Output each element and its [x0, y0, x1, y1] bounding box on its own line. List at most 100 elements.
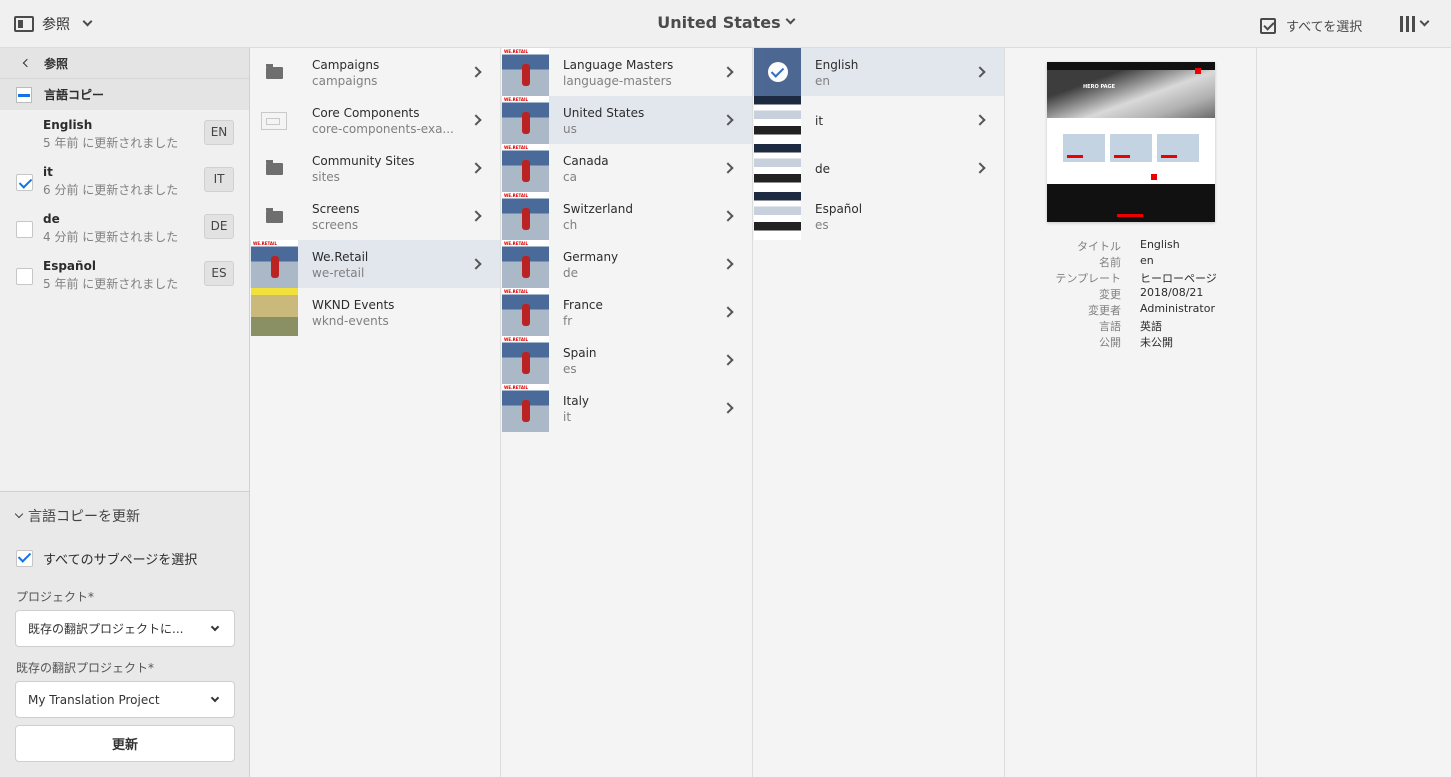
rail-label: 参照 — [42, 17, 70, 33]
chevron-right-icon[interactable] — [722, 162, 734, 174]
chevron-right-icon[interactable] — [974, 162, 986, 174]
meta-row-published: 公開 未公開 — [1005, 334, 1255, 350]
item-title: Germany — [563, 250, 619, 264]
column-item-we-retail[interactable]: We.Retail we-retail — [250, 240, 500, 288]
item-title: United States — [563, 106, 645, 120]
column-item-screens[interactable]: Screens screens — [250, 192, 500, 240]
update-heading: 言語コピーを更新 — [28, 509, 140, 525]
chevron-right-icon[interactable] — [470, 210, 482, 222]
chevron-right-icon[interactable] — [470, 162, 482, 174]
language-copies-header[interactable]: 言語コピー — [0, 78, 249, 110]
updated-text: 5 年前 に更新されました — [43, 277, 179, 291]
language-name: it — [43, 165, 53, 179]
update-button[interactable]: 更新 — [15, 725, 235, 762]
language-code-badge: EN — [204, 120, 234, 145]
column-item-wknd-events[interactable]: WKND Events wknd-events — [250, 288, 500, 336]
chevron-right-icon[interactable] — [722, 66, 734, 78]
meta-key: 公開 — [1099, 336, 1121, 349]
chevron-down-icon — [82, 16, 93, 26]
chevron-right-icon[interactable] — [722, 402, 734, 414]
column-item-switzerland[interactable]: Switzerland ch — [501, 192, 752, 240]
chevron-right-icon[interactable] — [470, 114, 482, 126]
preview-card — [1110, 134, 1152, 162]
select-all-subpages[interactable]: すべてのサブページを選択 — [16, 549, 197, 568]
language-item-es[interactable]: Español 5 年前 に更新されました ES — [0, 251, 249, 298]
updated-text: 6 分前 に更新されました — [43, 183, 179, 197]
project-select[interactable]: 既存の翻訳プロジェクトに... — [15, 610, 235, 647]
chevron-right-icon[interactable] — [722, 354, 734, 366]
checkbox[interactable] — [16, 268, 33, 285]
meta-row-title: タイトル English — [1005, 238, 1255, 254]
item-title: Italy — [563, 394, 590, 408]
column-item-france[interactable]: France fr — [501, 288, 752, 336]
chevron-right-icon[interactable] — [974, 66, 986, 78]
selected-check-icon[interactable] — [768, 62, 788, 82]
item-title: Switzerland — [563, 202, 633, 216]
language-name: de — [43, 212, 60, 226]
page-thumbnail — [502, 144, 549, 192]
preview-logo — [1195, 68, 1201, 74]
page-thumbnail — [754, 96, 801, 144]
column-item-community-sites[interactable]: Community Sites sites — [250, 144, 500, 192]
column-item-italy[interactable]: Italy it — [501, 384, 752, 432]
column-item-de[interactable]: de — [753, 144, 1004, 192]
view-switcher-button[interactable] — [1400, 16, 1430, 32]
column-item-united-states[interactable]: United States us — [501, 96, 752, 144]
page-preview-image — [1047, 62, 1215, 222]
column-item-campaigns[interactable]: Campaigns campaigns — [250, 48, 500, 96]
back-button[interactable]: 参照 — [0, 48, 249, 78]
page-title-dropdown[interactable]: United States — [657, 13, 796, 32]
update-language-copies-panel: 言語コピーを更新 すべてのサブページを選択 プロジェクト* 既存の翻訳プロジェク… — [0, 491, 249, 777]
subpages-checkbox[interactable] — [16, 550, 33, 567]
meta-value: en — [1140, 254, 1154, 267]
language-item-en[interactable]: English 5 年前 に更新されました EN — [0, 110, 249, 157]
checkbox[interactable] — [16, 221, 33, 238]
item-name: us — [563, 122, 577, 136]
column-item-english[interactable]: English en — [753, 48, 1004, 96]
language-item-de[interactable]: de 4 分前 に更新されました DE — [0, 204, 249, 251]
meta-value: 未公開 — [1140, 336, 1173, 349]
folder-icon — [266, 160, 283, 175]
chevron-right-icon[interactable] — [722, 210, 734, 222]
page-thumbnail — [502, 48, 549, 96]
page-title: United States — [657, 13, 781, 32]
item-title: Campaigns — [312, 58, 380, 72]
column-item-language-masters[interactable]: Language Masters language-masters — [501, 48, 752, 96]
checkbox[interactable] — [16, 174, 33, 191]
item-name: screens — [312, 218, 359, 232]
existing-project-value: My Translation Project — [28, 692, 160, 707]
existing-project-select[interactable]: My Translation Project — [15, 681, 235, 718]
language-item-it[interactable]: it 6 分前 に更新されました IT — [0, 157, 249, 204]
chevron-right-icon[interactable] — [470, 66, 482, 78]
update-section-toggle[interactable]: 言語コピーを更新 — [14, 506, 140, 526]
column-item-core-components[interactable]: Core Components core-components-exa... — [250, 96, 500, 144]
item-name: ca — [563, 170, 577, 184]
chevron-right-icon[interactable] — [722, 306, 734, 318]
column-item-canada[interactable]: Canada ca — [501, 144, 752, 192]
meta-row-language: 言語 英語 — [1005, 318, 1255, 334]
item-name: campaigns — [312, 74, 378, 88]
item-title: English — [815, 58, 859, 72]
chevron-right-icon[interactable] — [470, 258, 482, 270]
meta-key: 変更 — [1099, 288, 1121, 301]
chevron-right-icon[interactable] — [722, 258, 734, 270]
item-name: sites — [312, 170, 340, 184]
column-item-espanol[interactable]: Español es — [753, 192, 1004, 240]
subpages-label: すべてのサブページを選択 — [43, 553, 198, 568]
column-item-spain[interactable]: Spain es — [501, 336, 752, 384]
item-name: de — [563, 266, 578, 280]
thumbnail — [251, 48, 298, 96]
indeterminate-checkbox[interactable] — [16, 86, 32, 103]
preview-card — [1157, 134, 1199, 162]
chevron-right-icon[interactable] — [722, 114, 734, 126]
column-item-it[interactable]: it — [753, 96, 1004, 144]
page-thumbnail — [251, 288, 298, 336]
column-item-germany[interactable]: Germany de — [501, 240, 752, 288]
meta-value: 2018/08/21 — [1140, 286, 1204, 299]
chevron-right-icon[interactable] — [974, 114, 986, 126]
rail-toggle-button[interactable]: 参照 — [14, 14, 93, 34]
page-thumbnail — [502, 192, 549, 240]
item-name: es — [563, 362, 577, 376]
select-all-button[interactable]: すべてを選択 — [1260, 16, 1362, 35]
language-code-badge: ES — [204, 261, 234, 286]
